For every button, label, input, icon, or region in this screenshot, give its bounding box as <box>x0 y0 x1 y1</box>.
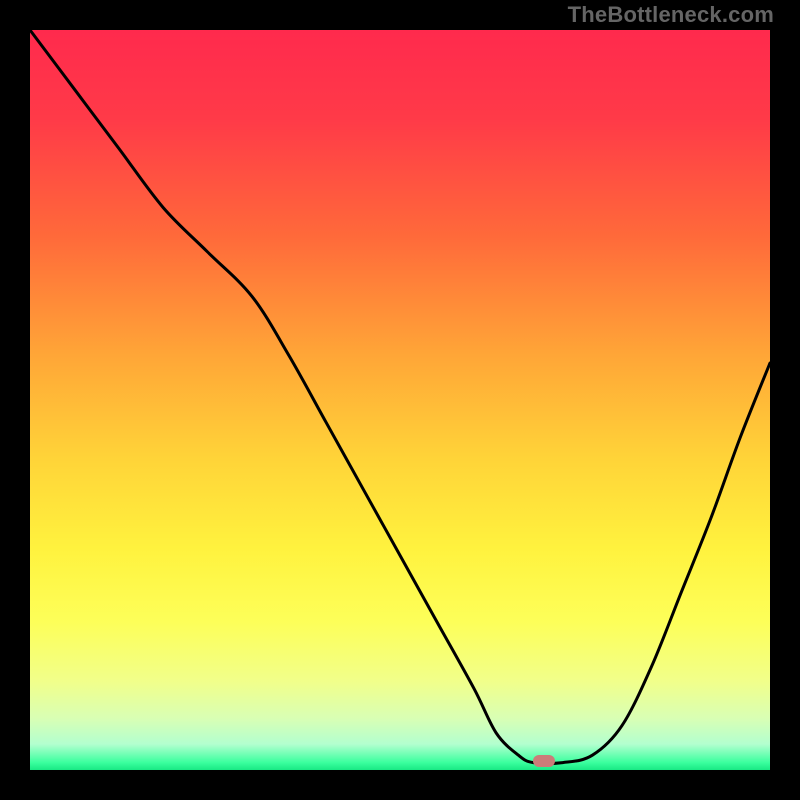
optimal-marker <box>533 755 555 767</box>
bottleneck-curve <box>30 30 770 764</box>
chart-frame: TheBottleneck.com <box>0 0 800 800</box>
watermark-label: TheBottleneck.com <box>568 2 774 28</box>
plot-area <box>30 30 770 770</box>
curve-layer <box>30 30 770 770</box>
